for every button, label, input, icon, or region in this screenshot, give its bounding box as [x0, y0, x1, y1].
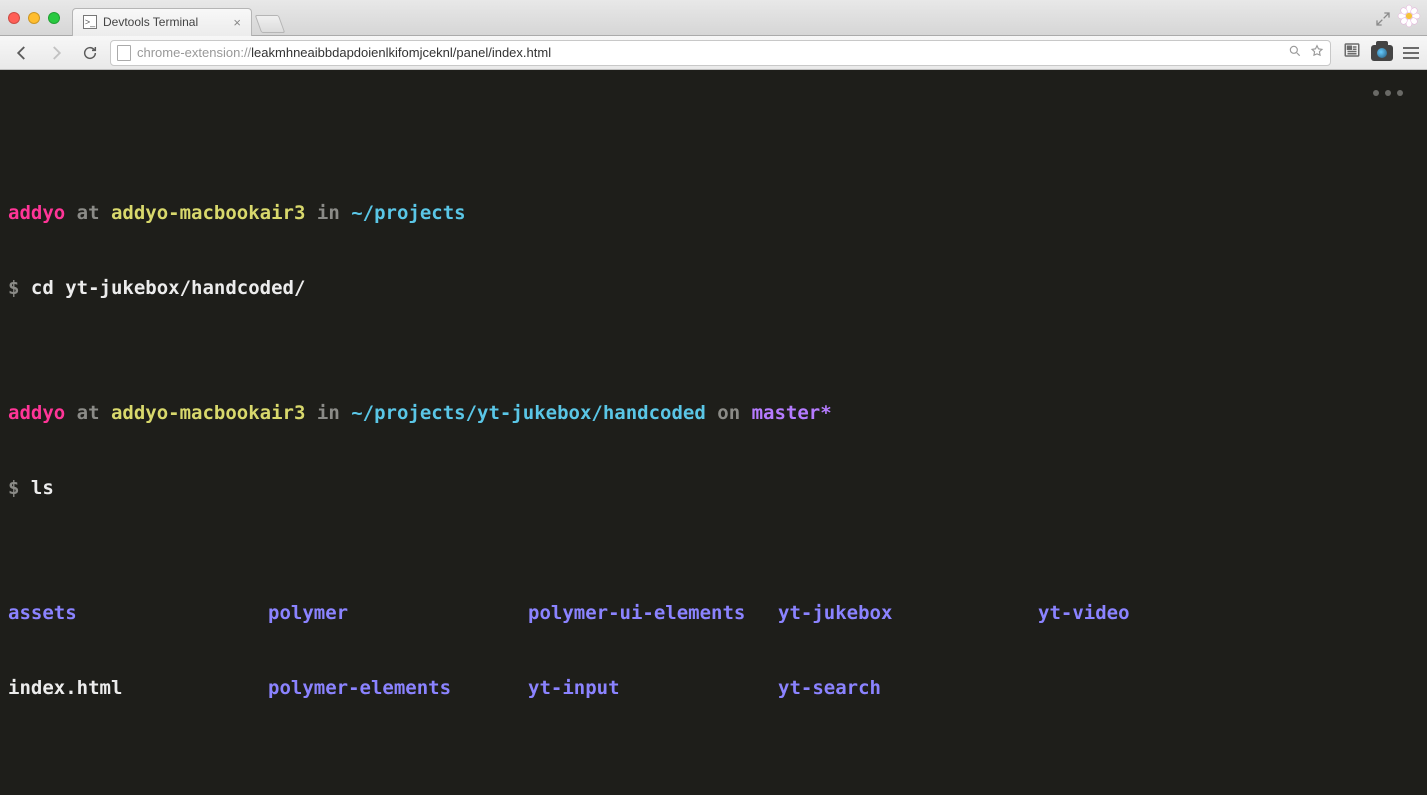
reader-icon[interactable] [1343, 41, 1361, 64]
forward-button[interactable] [42, 41, 70, 65]
search-icon[interactable] [1288, 44, 1302, 61]
new-tab-button[interactable] [255, 15, 286, 33]
close-tab-button[interactable]: × [233, 15, 241, 30]
ls-output-row: index.htmlpolymer-elementsyt-inputyt-sea… [8, 676, 1419, 701]
page-icon [117, 45, 131, 61]
toolbar-right [1337, 41, 1419, 64]
prompt-line: addyo at addyo-macbookair3 in ~/projects… [8, 401, 1419, 426]
traffic-lights [8, 12, 60, 24]
expand-icon[interactable] [1375, 11, 1391, 27]
back-button[interactable] [8, 41, 36, 65]
command-line: $ ls [8, 476, 1419, 501]
close-window-button[interactable] [8, 12, 20, 24]
zoom-window-button[interactable] [48, 12, 60, 24]
browser-toolbar: chrome-extension://leakmhneaibbdapdoienl… [0, 36, 1427, 70]
browser-tab[interactable]: >_ Devtools Terminal × [72, 8, 252, 36]
overflow-menu-icon[interactable] [1373, 90, 1403, 96]
url-text: chrome-extension://leakmhneaibbdapdoienl… [137, 45, 1282, 60]
tab-title: Devtools Terminal [103, 15, 198, 29]
ls-output-row: assetspolymerpolymer-ui-elementsyt-jukeb… [8, 601, 1419, 626]
title-bar: >_ Devtools Terminal × [0, 0, 1427, 36]
prompt-line: addyo at addyo-macbookair3 in ~/projects [8, 201, 1419, 226]
terminal-favicon-icon: >_ [83, 15, 97, 29]
menu-button[interactable] [1403, 47, 1419, 59]
minimize-window-button[interactable] [28, 12, 40, 24]
address-bar[interactable]: chrome-extension://leakmhneaibbdapdoienl… [110, 40, 1331, 66]
camera-extension-icon[interactable] [1371, 45, 1393, 61]
flower-extension-icon[interactable] [1397, 4, 1421, 33]
command-line: $ cd yt-jukebox/handcoded/ [8, 276, 1419, 301]
bookmark-star-icon[interactable] [1310, 44, 1324, 61]
reload-button[interactable] [76, 41, 104, 65]
terminal-pane[interactable]: addyo at addyo-macbookair3 in ~/projects… [0, 70, 1427, 795]
window-controls-right [1375, 4, 1421, 33]
